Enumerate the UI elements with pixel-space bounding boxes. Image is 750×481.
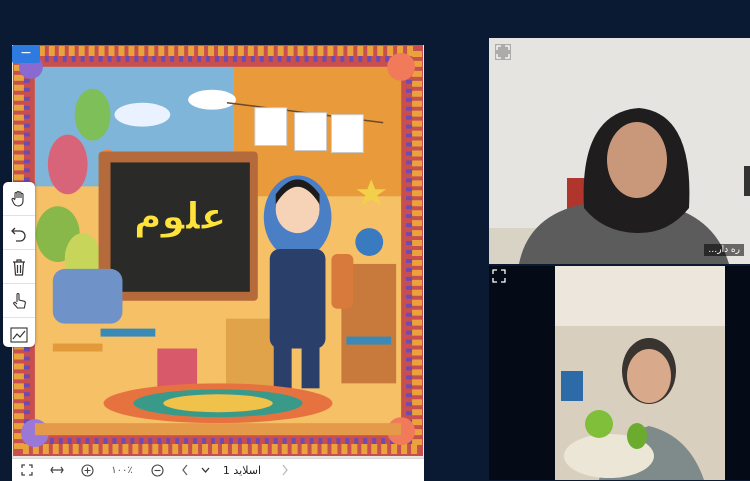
- rug-ring: [163, 394, 273, 413]
- collapse-panel-button[interactable]: −: [12, 45, 40, 63]
- pointer-hand-icon[interactable]: [3, 284, 35, 318]
- chevron-down-icon[interactable]: [198, 459, 212, 481]
- floor: [34, 423, 402, 436]
- student-video-frame: [489, 266, 750, 480]
- tree: [74, 88, 111, 141]
- armchair: [52, 268, 123, 324]
- slide-panel: علوم: [12, 45, 424, 480]
- flower: [387, 52, 416, 81]
- fit-screen-icon[interactable]: [12, 459, 42, 481]
- desk-right: [346, 336, 392, 345]
- drawing: [294, 112, 327, 151]
- undo-icon[interactable]: [3, 216, 35, 250]
- student-ceiling: [555, 266, 725, 326]
- slide-toolbar: ۱۰۰٪ اسلاید 1: [12, 458, 424, 481]
- tile-edge-tab: [744, 166, 750, 196]
- slide-illustration: علوم: [12, 45, 424, 456]
- tree: [47, 134, 88, 195]
- girl-leg: [301, 343, 320, 389]
- teacher-video-frame: [489, 38, 750, 264]
- cloud: [188, 89, 236, 110]
- books-stack: [157, 348, 198, 389]
- zoom-in-icon[interactable]: [72, 459, 102, 481]
- sprout: [627, 423, 647, 449]
- chevron-right-icon[interactable]: [272, 459, 298, 481]
- chair-seat: [52, 343, 103, 352]
- desk: [100, 328, 156, 337]
- sprout: [585, 410, 613, 438]
- participant-name: …ره دار: [704, 244, 744, 256]
- hand-icon[interactable]: [3, 182, 35, 216]
- trash-icon[interactable]: [3, 250, 35, 284]
- fit-width-icon[interactable]: [42, 459, 72, 481]
- wall-poster: [561, 371, 583, 401]
- drawing: [254, 107, 288, 147]
- backpack: [331, 253, 354, 309]
- girl-coat: [269, 249, 326, 349]
- expand-icon[interactable]: [495, 44, 511, 64]
- slide-selector[interactable]: اسلاید 1: [212, 459, 272, 481]
- cloud: [114, 102, 171, 127]
- chalkboard-title: علوم: [134, 194, 227, 239]
- globe: [355, 228, 384, 256]
- student-face: [627, 349, 671, 403]
- tool-palette: [3, 182, 35, 347]
- girl-leg: [273, 343, 292, 389]
- teacher-face: [607, 122, 667, 198]
- chart-icon[interactable]: [3, 318, 35, 351]
- chevron-left-icon[interactable]: [172, 459, 198, 481]
- expand-icon[interactable]: [491, 268, 507, 288]
- video-tile-student[interactable]: [489, 266, 750, 480]
- zoom-level: ۱۰۰٪: [111, 464, 133, 476]
- drawing: [330, 114, 364, 153]
- video-tile-teacher[interactable]: …ره دار: [489, 38, 750, 264]
- zoom-out-icon[interactable]: [142, 459, 172, 481]
